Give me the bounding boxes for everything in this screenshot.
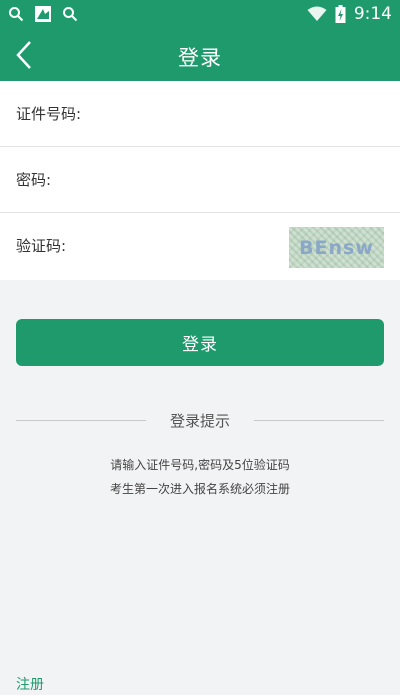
hint-line-2: 考生第一次进入报名系统必须注册 [109,482,290,496]
battery-icon [335,5,346,23]
app-icon [35,6,51,22]
search-icon [63,7,78,22]
id-number-label: 证件号码: [16,105,82,123]
page-title: 登录 [178,46,222,70]
captcha-label: 验证码: [16,237,67,255]
captcha-image-text: BEnsw [299,236,374,259]
password-row: 密码: [0,147,400,213]
register-link[interactable]: 注册 [16,674,44,694]
status-bar-left [8,5,78,23]
wifi-icon [307,6,327,21]
status-time: 9:14 [353,4,392,24]
hint-divider-right [254,420,384,421]
status-bar-right: 9:14 [307,4,392,24]
hint-header: 登录提示 [16,410,384,432]
id-number-row: 证件号码: [0,81,400,147]
status-bar: 9:14 [0,0,400,30]
id-number-field[interactable] [95,95,389,133]
hint-line-1: 请输入证件号码,密码及5位验证码 [110,458,290,472]
login-button[interactable]: 登录 [16,319,384,366]
password-label: 密码: [16,171,52,189]
captcha-field[interactable] [80,227,274,265]
login-form: 证件号码: 密码: 验证码: BEnsw [0,81,400,280]
captcha-image[interactable]: BEnsw [289,227,384,268]
captcha-row: 验证码: BEnsw [0,213,400,278]
password-field[interactable] [65,161,389,199]
app-bar: 登录 [0,30,400,81]
search-icon [9,7,24,22]
